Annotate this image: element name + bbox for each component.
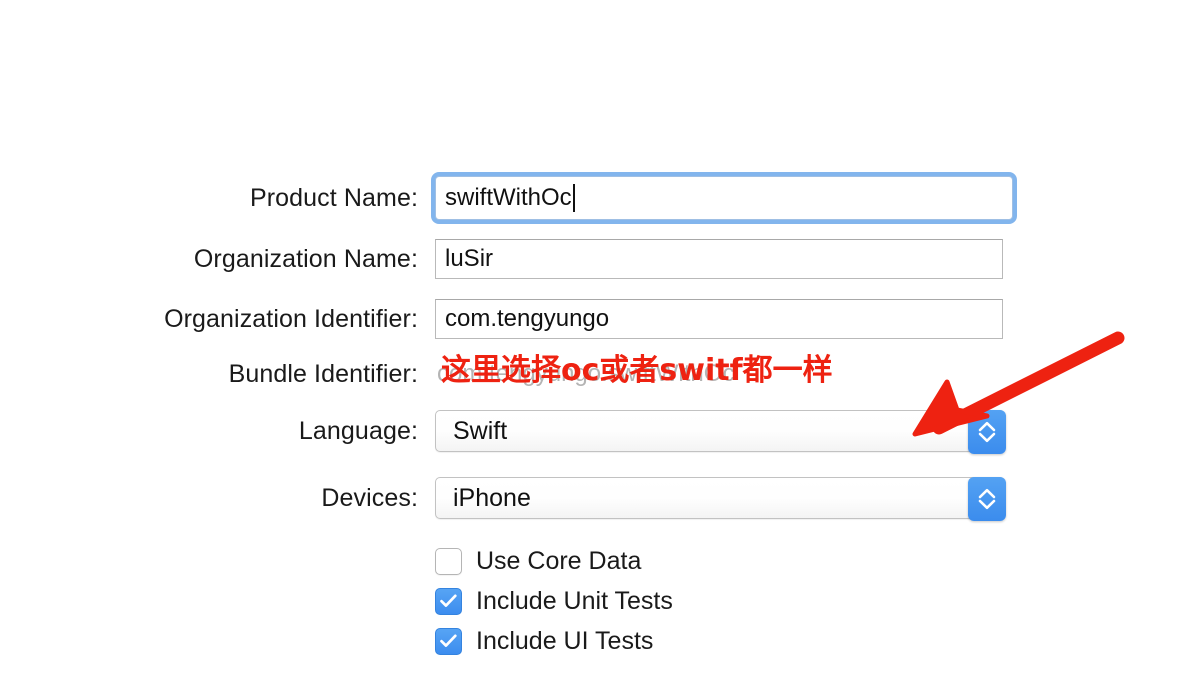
checkbox-row-include-ui-tests[interactable]: Include UI Tests [435,624,653,658]
bundle-identifier-value: com.tengyungo.swiftWithOc [437,360,735,387]
chevron-down-icon [977,499,997,510]
organization-name-input[interactable]: luSir [435,239,1003,279]
label-language: Language: [298,416,418,445]
organization-identifier-input[interactable]: com.tengyungo [435,299,1003,339]
checkbox-row-use-core-data[interactable]: Use Core Data [435,544,641,578]
include-unit-tests-checkbox[interactable] [435,587,462,615]
label-devices: Devices: [321,483,418,512]
include-ui-tests-label: Include UI Tests [476,626,654,655]
devices-value: iPhone [453,483,531,512]
label-organization-identifier: Organization Identifier: [164,304,418,333]
organization-name-value: luSir [445,245,494,272]
row-language: Language: Swift [0,410,1192,454]
label-organization-name: Organization Name: [193,244,418,273]
label-bundle-identifier: Bundle Identifier: [228,359,418,388]
chevron-up-icon [977,488,997,499]
include-ui-tests-checkbox[interactable] [435,627,462,655]
language-select[interactable]: Swift [435,410,1006,454]
devices-stepper[interactable] [968,477,1006,521]
language-value: Swift [453,416,508,445]
row-organization-identifier: Organization Identifier: com.tengyungo [0,298,1192,340]
row-devices: Devices: iPhone [0,477,1192,521]
language-stepper[interactable] [968,410,1006,454]
use-core-data-checkbox[interactable] [435,547,462,575]
chevron-down-icon [977,432,997,443]
product-name-input[interactable]: swiftWithOc [435,176,1013,220]
checkmark-icon [439,633,458,649]
organization-identifier-value: com.tengyungo [445,305,610,332]
row-organization-name: Organization Name: luSir [0,238,1192,280]
row-product-name: Product Name: swiftWithOc [0,176,1192,220]
text-caret [572,184,575,212]
label-product-name: Product Name: [249,183,418,212]
use-core-data-label: Use Core Data [476,546,642,575]
chevron-up-icon [977,421,997,432]
checkbox-row-include-unit-tests[interactable]: Include Unit Tests [435,584,673,618]
include-unit-tests-label: Include Unit Tests [476,586,673,615]
new-project-options-form: Product Name: swiftWithOc Organization N… [0,0,1192,698]
product-name-value: swiftWithOc [445,184,572,211]
row-bundle-identifier: Bundle Identifier: com.tengyungo.swiftWi… [0,353,1192,395]
checkmark-icon [439,593,458,609]
devices-select[interactable]: iPhone [435,477,1006,521]
